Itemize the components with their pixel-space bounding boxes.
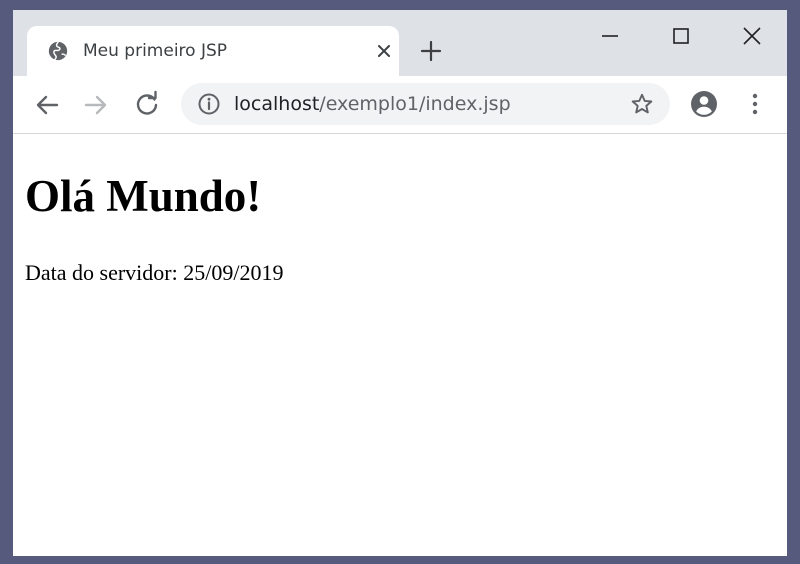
tab-active[interactable]: Meu primeiro JSP <box>27 26 399 78</box>
url-path: /exemplo1/index.jsp <box>319 93 511 115</box>
minimize-icon[interactable] <box>598 24 622 48</box>
tab-strip: Meu primeiro JSP <box>13 10 787 78</box>
profile-icon[interactable] <box>690 90 718 118</box>
tab-close-icon[interactable] <box>375 42 393 60</box>
browser-toolbar: localhost/exemplo1/index.jsp <box>13 76 787 134</box>
globe-icon <box>48 41 68 61</box>
server-date-text: Data do servidor: 25/09/2019 <box>25 260 284 285</box>
reload-icon[interactable] <box>133 90 161 118</box>
new-tab-icon[interactable] <box>420 40 442 62</box>
maximize-icon[interactable] <box>669 24 693 48</box>
address-bar[interactable]: localhost/exemplo1/index.jsp <box>181 83 670 125</box>
forward-arrow-icon[interactable] <box>82 91 110 119</box>
back-arrow-icon[interactable] <box>33 91 61 119</box>
tab-title: Meu primeiro JSP <box>83 41 228 61</box>
page-heading: Olá Mundo! <box>25 171 262 221</box>
info-icon[interactable] <box>197 92 221 116</box>
address-url[interactable]: localhost/exemplo1/index.jsp <box>234 92 511 116</box>
browser-window: Meu primeiro JSP localhost/exemplo1/inde… <box>13 10 787 556</box>
page-content: Olá Mundo! Data do servidor: 25/09/2019 <box>13 134 787 556</box>
url-host: localhost <box>234 93 320 115</box>
close-icon[interactable] <box>740 24 764 48</box>
menu-dots-icon[interactable] <box>741 90 769 118</box>
star-icon[interactable] <box>630 92 654 116</box>
